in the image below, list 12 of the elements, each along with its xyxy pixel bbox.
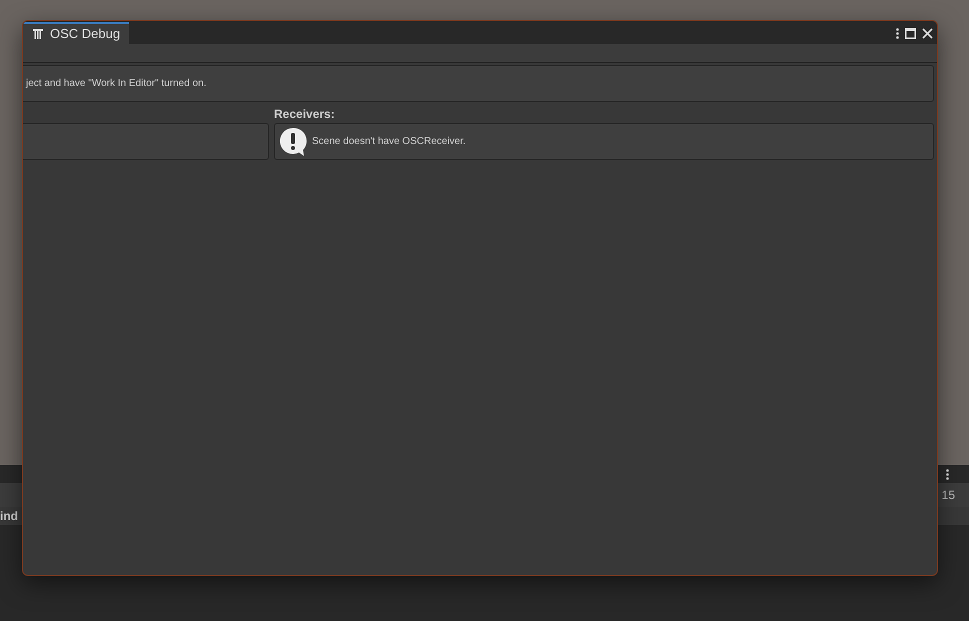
count-label: 15 xyxy=(942,487,955,504)
close-icon[interactable] xyxy=(922,28,933,38)
tab-icon xyxy=(32,28,44,40)
warning-icon xyxy=(279,126,307,156)
more-icon[interactable] xyxy=(896,28,899,38)
message-text: Scene doesn't have OSCReceiver. xyxy=(312,135,466,149)
panel-label: ind xyxy=(0,508,18,525)
receivers-heading: Receivers: xyxy=(274,106,336,123)
window-tab[interactable]: OSC Debug xyxy=(23,22,129,44)
maximize-icon[interactable] xyxy=(905,28,916,38)
help-text: ject and have "Work In Editor" turned on. xyxy=(26,77,206,91)
more-icon xyxy=(946,468,949,480)
